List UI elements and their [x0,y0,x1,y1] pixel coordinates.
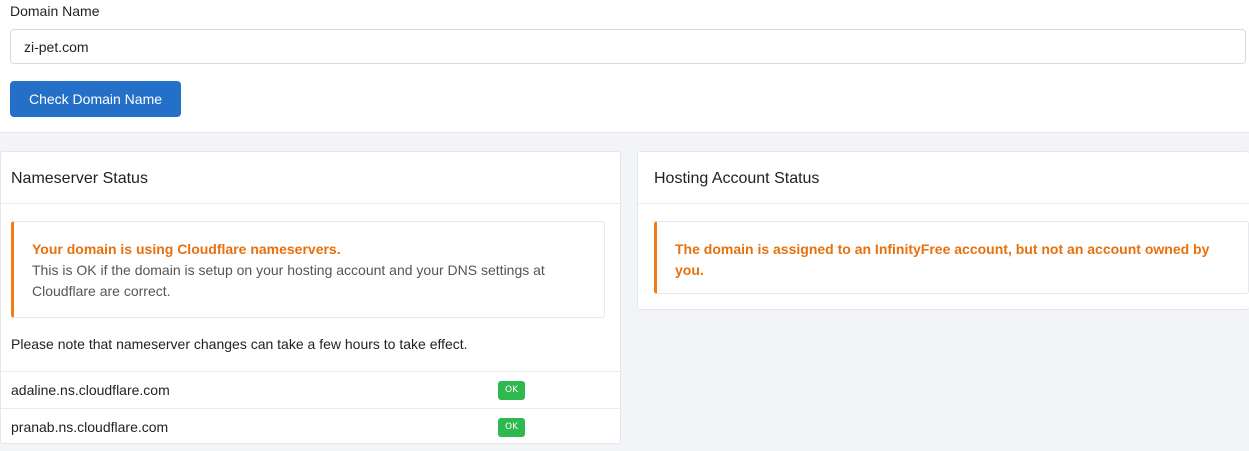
nameserver-row: pranab.ns.cloudflare.com OK [1,408,620,445]
cloudflare-alert-title: Your domain is using Cloudflare nameserv… [32,241,341,257]
nameserver-name: pranab.ns.cloudflare.com [11,419,169,435]
nameserver-status-title: Nameserver Status [1,152,620,204]
cloudflare-alert-text: This is OK if the domain is setup on you… [32,262,545,299]
status-badge: OK [498,418,525,437]
domain-check-form: Domain Name Check Domain Name [0,0,1249,133]
hosting-alert: The domain is assigned to an InfinityFre… [654,221,1249,294]
nameserver-note: Please note that nameserver changes can … [11,336,468,352]
status-badge: OK [498,381,525,400]
domain-name-label: Domain Name [10,3,100,19]
hosting-account-status-title: Hosting Account Status [638,152,1249,204]
hosting-alert-title: The domain is assigned to an InfinityFre… [675,241,1210,278]
domain-name-input[interactable] [10,29,1246,64]
nameserver-name: adaline.ns.cloudflare.com [11,382,170,398]
hosting-account-status-panel: Hosting Account Status The domain is ass… [637,151,1249,310]
check-domain-button[interactable]: Check Domain Name [10,81,181,117]
nameserver-status-panel: Nameserver Status Your domain is using C… [0,151,621,444]
cloudflare-alert: Your domain is using Cloudflare nameserv… [11,221,605,318]
nameserver-row: adaline.ns.cloudflare.com OK [1,371,620,408]
